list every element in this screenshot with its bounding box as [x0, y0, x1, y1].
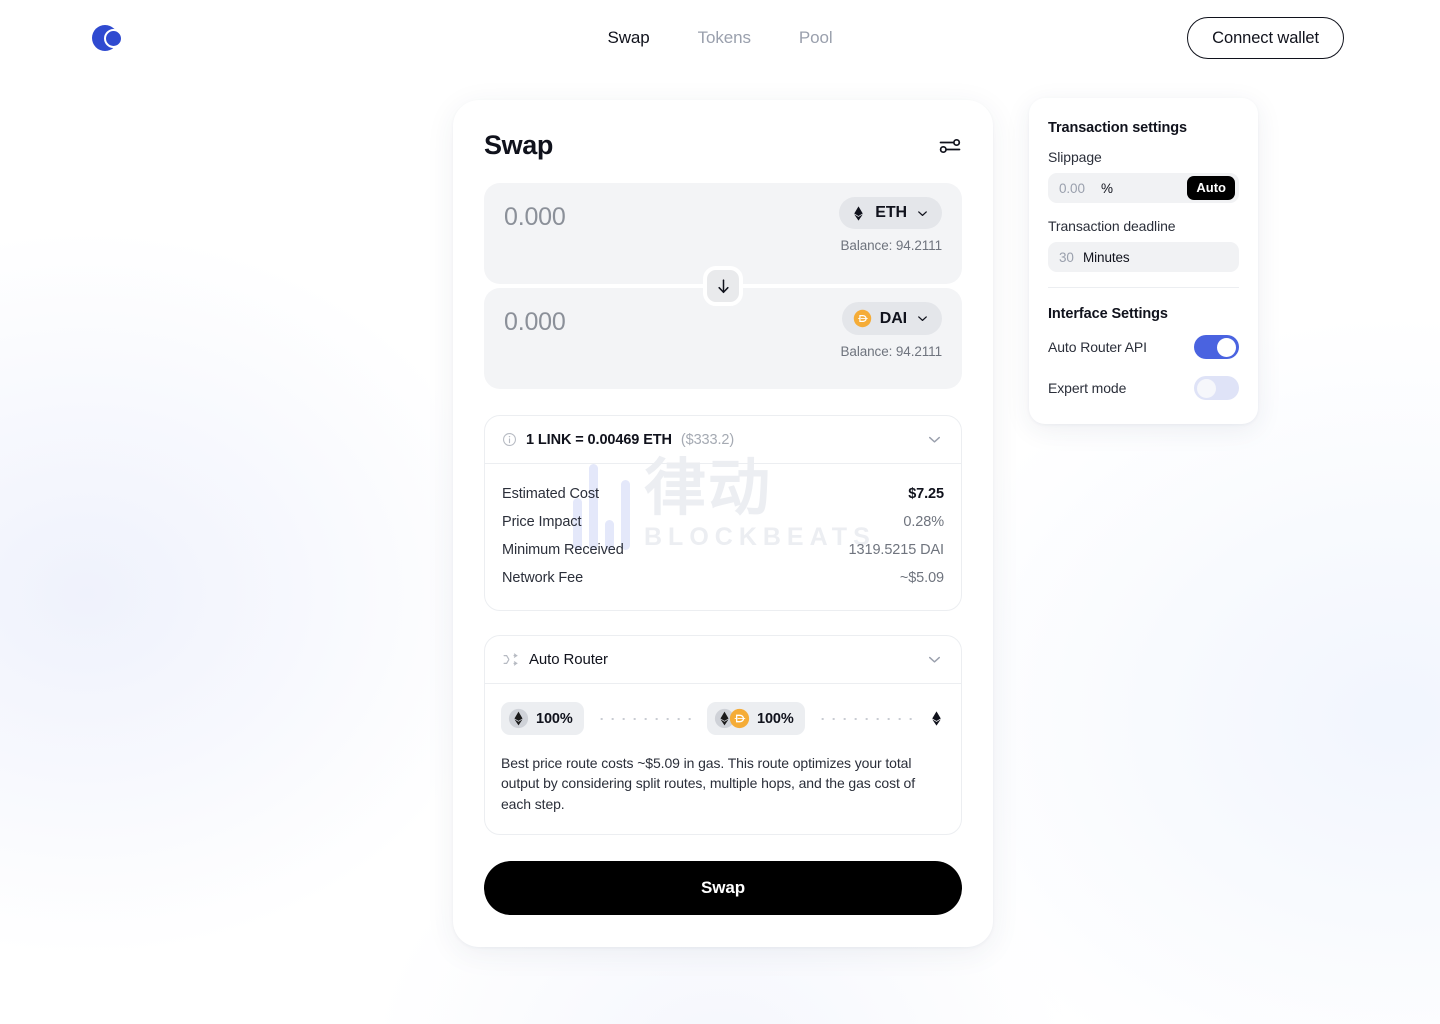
sliders-icon[interactable] [938, 134, 962, 158]
brand-logo-icon[interactable] [92, 25, 126, 51]
detail-row-estimated-cost: Estimated Cost $7.25 [502, 480, 944, 508]
detail-row-minimum-received: Minimum Received 1319.5215 DAI [502, 536, 944, 564]
interface-settings-title: Interface Settings [1048, 306, 1168, 322]
swap-button[interactable]: Swap [484, 860, 962, 915]
chevron-down-icon[interactable] [925, 650, 944, 669]
deadline-unit: Minutes [1083, 249, 1130, 265]
nav-item-tokens[interactable]: Tokens [696, 24, 753, 52]
top-navigation-bar: Swap Tokens Pool Connect wallet [0, 0, 1440, 76]
auto-router-api-toggle[interactable] [1194, 335, 1239, 359]
chevron-down-icon [918, 316, 927, 321]
detail-value: ~$5.09 [899, 570, 944, 586]
rate-text: 1 LINK = 0.00469 ETH [526, 431, 672, 448]
deadline-input[interactable] [1059, 249, 1083, 265]
connect-wallet-button[interactable]: Connect wallet [1187, 16, 1344, 60]
detail-row-price-impact: Price Impact 0.28% [502, 508, 944, 536]
switch-tokens-button[interactable] [703, 266, 743, 306]
rate-usd-value: ($333.2) [680, 431, 735, 448]
panel-divider [1048, 287, 1239, 288]
from-token-area: ETH Balance: 94.2111 [839, 197, 942, 253]
chevron-down-icon[interactable] [925, 430, 944, 449]
slippage-unit: % [1101, 180, 1113, 196]
swap-card-header: Swap [484, 130, 962, 161]
detail-label: Estimated Cost [502, 486, 599, 502]
detail-label: Network Fee [502, 570, 584, 586]
route-hop-1: 100% [501, 702, 584, 735]
route-path: 100% 100% [501, 702, 945, 735]
expert-mode-toggle[interactable] [1194, 376, 1239, 400]
setting-row-expert-mode: Expert mode [1048, 376, 1239, 400]
slippage-label: Slippage [1048, 149, 1102, 165]
main-nav: Swap Tokens Pool [605, 24, 834, 52]
auto-router-header[interactable]: Auto Router [485, 636, 961, 684]
auto-router-body: 100% 100% Best price route costs ~$5.09 … [485, 684, 961, 834]
detail-label: Minimum Received [502, 542, 624, 558]
from-token-symbol: ETH [875, 204, 907, 221]
transaction-settings-panel: Transaction settings Slippage % Auto Tra… [1029, 98, 1258, 424]
detail-label: Price Impact [502, 514, 582, 530]
slippage-auto-button[interactable]: Auto [1187, 176, 1235, 201]
shuffle-icon [503, 653, 518, 666]
page-title: Swap [484, 130, 553, 160]
to-amount-input[interactable] [504, 308, 804, 337]
rate-summary-row[interactable]: 1 LINK = 0.00469 ETH ($333.2) [485, 416, 961, 464]
to-token-symbol: DAI [879, 309, 907, 327]
to-token-select[interactable]: DAI [841, 302, 942, 335]
ethereum-icon [932, 711, 941, 726]
detail-row-network-fee: Network Fee ~$5.09 [502, 564, 944, 592]
transaction-settings-title: Transaction settings [1048, 120, 1188, 136]
detail-value: 0.28% [903, 514, 944, 530]
swap-details-list: Estimated Cost $7.25 Price Impact 0.28% … [485, 464, 961, 610]
to-token-area: DAI Balance: 94.2111 [841, 302, 942, 359]
deadline-field: Minutes [1048, 242, 1239, 272]
expert-mode-label: Expert mode [1048, 380, 1127, 396]
ethereum-icon [854, 205, 864, 221]
info-icon [503, 433, 516, 446]
nav-item-swap[interactable]: Swap [605, 24, 651, 52]
page-body: Swap ETH [0, 76, 1440, 1024]
route-hop-percent: 100% [536, 710, 573, 727]
ethereum-icon [508, 708, 529, 729]
swap-details-card: 律动 BLOCKBEATS 1 LINK = 0.00469 ETH ($333… [484, 415, 962, 611]
auto-router-title: Auto Router [529, 651, 608, 668]
route-hop-2: 100% [707, 702, 805, 735]
setting-row-auto-router-api: Auto Router API [1048, 335, 1239, 359]
route-connector [593, 717, 697, 720]
auto-router-api-label: Auto Router API [1048, 339, 1147, 355]
deadline-label: Transaction deadline [1048, 218, 1176, 234]
nav-item-pool[interactable]: Pool [797, 24, 835, 52]
route-connector [814, 717, 918, 720]
slippage-input[interactable] [1059, 180, 1101, 196]
arrow-down-icon [717, 278, 729, 293]
swap-card: Swap ETH [453, 100, 993, 947]
route-hop-percent: 100% [757, 710, 794, 727]
from-amount-input[interactable] [504, 203, 804, 232]
token-input-group: ETH Balance: 94.2111 [484, 183, 962, 389]
auto-router-card: Auto Router 100% 100% Best price route c… [484, 635, 962, 835]
to-balance: Balance: 94.2111 [840, 344, 943, 359]
from-balance: Balance: 94.2111 [840, 238, 943, 253]
chevron-down-icon [918, 210, 927, 216]
detail-value: $7.25 [908, 486, 944, 502]
dai-icon [853, 309, 871, 328]
route-note: Best price route costs ~$5.09 in gas. Th… [501, 755, 916, 812]
dai-icon [729, 708, 750, 729]
detail-value: 1319.5215 DAI [848, 542, 945, 558]
from-token-select[interactable]: ETH [839, 197, 942, 229]
slippage-field: % Auto [1048, 173, 1239, 203]
